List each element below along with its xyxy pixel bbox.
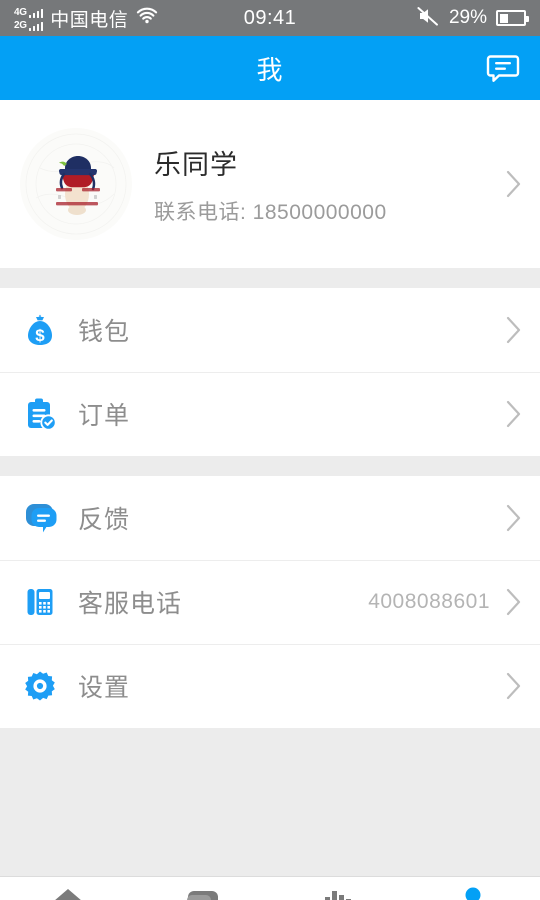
carrier-label: 中国电信 — [50, 9, 129, 31]
signal-indicator: 4G 2G — [14, 6, 44, 31]
chevron-right-icon — [506, 170, 522, 198]
chevron-right-icon — [506, 400, 522, 428]
page-title: 我 — [256, 54, 284, 85]
menu-item-feedback[interactable]: 反馈 — [0, 476, 540, 560]
wifi-icon — [135, 6, 159, 31]
menu-item-wallet[interactable]: $ 钱包 — [0, 288, 540, 372]
profile-phone: 联系电话: 18500000000 — [154, 200, 387, 224]
status-bar: 4G 2G 中国电信 09:41 29% — [0, 0, 540, 36]
menu-section-1: $ 钱包 订单 — [0, 288, 540, 456]
profile-name: 乐同学 — [154, 149, 238, 180]
network-primary-label: 4G — [14, 6, 27, 18]
chevron-right-icon — [506, 504, 522, 532]
section-divider — [0, 268, 540, 288]
menu-item-label: 反馈 — [78, 506, 131, 534]
battery-percent-label: 29% — [448, 7, 487, 28]
status-bar-right: 29% — [416, 5, 529, 32]
home-icon — [54, 889, 81, 900]
menu-item-label: 客服电话 — [78, 590, 183, 618]
battery-icon — [496, 10, 529, 26]
chevron-right-icon — [506, 588, 522, 616]
svg-text:$: $ — [35, 326, 45, 345]
profile-row[interactable]: 乐同学 联系电话: 18500000000 — [0, 100, 540, 268]
network-secondary-label: 2G — [14, 19, 27, 31]
chat-bubbles-icon — [20, 498, 60, 538]
menu-item-settings[interactable]: 设置 — [0, 644, 540, 728]
message-icon — [186, 891, 218, 900]
tab-profile[interactable] — [405, 877, 540, 900]
page-header: 我 — [0, 36, 540, 100]
menu-section-2: 反馈 客服电话 4008088601 设置 — [0, 476, 540, 728]
menu-item-orders[interactable]: 订单 — [0, 372, 540, 456]
mute-icon — [416, 5, 440, 32]
profile-text: 乐同学 联系电话: 18500000000 — [154, 143, 490, 226]
gear-icon — [20, 666, 60, 706]
chart-icon — [324, 891, 351, 900]
chevron-right-icon — [506, 672, 522, 700]
chevron-right-icon — [506, 316, 522, 344]
desk-phone-icon — [20, 582, 60, 622]
menu-item-value: 4008088601 — [368, 590, 490, 613]
menu-item-label: 钱包 — [78, 318, 131, 346]
profile-icon — [465, 887, 480, 900]
message-bubble-icon[interactable] — [480, 45, 526, 91]
money-bag-icon: $ — [20, 310, 60, 350]
clipboard-check-icon — [20, 394, 60, 434]
page-filler — [0, 728, 540, 880]
menu-item-label: 设置 — [78, 674, 131, 702]
app-root: 4G 2G 中国电信 09:41 29% 我 乐同学 联系电话: 1850000… — [0, 0, 540, 900]
menu-item-label: 订单 — [78, 402, 131, 430]
avatar — [20, 128, 132, 240]
signal-bars-primary-icon — [28, 8, 44, 18]
menu-item-customer-service-phone[interactable]: 客服电话 4008088601 — [0, 560, 540, 644]
user-avatar-illustration — [20, 128, 132, 240]
tab-message[interactable] — [135, 877, 270, 900]
bottom-tab-bar — [0, 876, 540, 900]
section-divider — [0, 456, 540, 476]
tab-data[interactable] — [270, 877, 405, 900]
tab-home[interactable] — [0, 877, 135, 900]
signal-bars-secondary-icon — [28, 21, 44, 31]
status-bar-left: 4G 2G 中国电信 — [14, 5, 159, 32]
